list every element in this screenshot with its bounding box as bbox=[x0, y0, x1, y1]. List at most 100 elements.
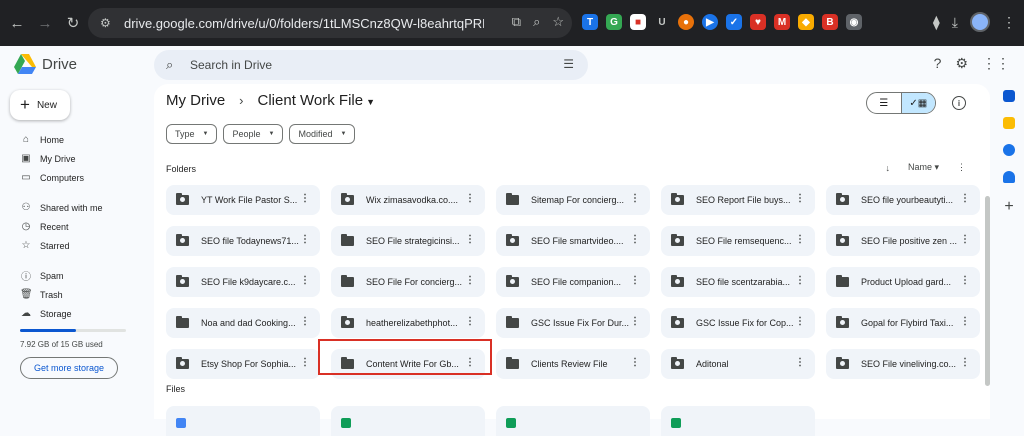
more-actions-icon[interactable]: ⋮ bbox=[795, 275, 805, 286]
file-card[interactable] bbox=[166, 406, 320, 436]
grid-view-icon[interactable]: ✓▦ bbox=[900, 93, 935, 113]
folder-card[interactable]: Aditonal ⋮ bbox=[661, 349, 815, 379]
zoom-icon[interactable]: ⌕ bbox=[533, 14, 540, 30]
file-card[interactable] bbox=[496, 406, 650, 436]
extension-icon[interactable]: G bbox=[606, 14, 622, 30]
filter-modified-chip[interactable]: Modified ▼ bbox=[289, 124, 356, 144]
folder-card[interactable]: SEO File smartvideo.... ⋮ bbox=[496, 226, 650, 256]
sort-by-name-button[interactable]: Name ▾ bbox=[908, 162, 939, 173]
help-icon[interactable]: ? bbox=[934, 55, 942, 72]
extension-icon[interactable]: ◉ bbox=[846, 14, 862, 30]
keep-icon[interactable] bbox=[1003, 117, 1015, 129]
drive-logo[interactable]: Drive bbox=[14, 54, 77, 74]
extension-icon[interactable]: B bbox=[822, 14, 838, 30]
folder-card[interactable]: SEO file Todaynews71... ⋮ bbox=[166, 226, 320, 256]
folder-card[interactable]: heatherelizabethphot... ⋮ bbox=[331, 308, 485, 338]
sidebar-item-trash[interactable]: 🗑 Trash bbox=[0, 285, 140, 304]
more-actions-icon[interactable]: ⋮ bbox=[960, 193, 970, 204]
sidebar-item-spam[interactable]: ⓘ Spam bbox=[0, 266, 140, 285]
folder-card[interactable]: Product Upload gard... ⋮ bbox=[826, 267, 980, 297]
folder-card[interactable]: SEO File remsequenc... ⋮ bbox=[661, 226, 815, 256]
folder-card[interactable]: Etsy Shop For Sophia... ⋮ bbox=[166, 349, 320, 379]
extension-icon[interactable]: ◆ bbox=[798, 14, 814, 30]
get-more-storage-button[interactable]: Get more storage bbox=[20, 357, 118, 379]
scrollbar[interactable] bbox=[985, 196, 990, 386]
breadcrumb-my-drive[interactable]: My Drive bbox=[166, 92, 225, 109]
more-actions-icon[interactable]: ⋮ bbox=[300, 275, 310, 286]
sidebar-item-recent[interactable]: ◷ Recent bbox=[0, 217, 140, 236]
sidebar-item-my-drive[interactable]: ▣ My Drive bbox=[0, 149, 140, 168]
extension-icon[interactable]: ▶ bbox=[702, 14, 718, 30]
settings-gear-icon[interactable]: ⚙ bbox=[955, 55, 968, 72]
filter-people-chip[interactable]: People ▼ bbox=[223, 124, 284, 144]
filter-type-chip[interactable]: Type ▼ bbox=[166, 124, 218, 144]
sidebar-item-computers[interactable]: ▭ Computers bbox=[0, 168, 140, 187]
more-actions-icon[interactable]: ⋮ bbox=[960, 316, 970, 327]
more-actions-icon[interactable]: ⋮ bbox=[795, 193, 805, 204]
more-actions-icon[interactable]: ⋮ bbox=[630, 275, 640, 286]
more-actions-icon[interactable]: ⋮ bbox=[960, 275, 970, 286]
more-actions-icon[interactable]: ⋮ bbox=[465, 193, 475, 204]
folder-card[interactable]: SEO file yourbeautyti... ⋮ bbox=[826, 185, 980, 215]
search-input[interactable]: Search in Drive bbox=[190, 58, 272, 72]
folder-card[interactable]: SEO File k9daycare.c... ⋮ bbox=[166, 267, 320, 297]
folder-card[interactable]: Gopal for Flybird Taxi... ⋮ bbox=[826, 308, 980, 338]
site-settings-icon[interactable]: ⚙ bbox=[100, 16, 114, 30]
sidebar-item-home[interactable]: ⌂ Home bbox=[0, 130, 140, 149]
info-icon[interactable]: i bbox=[952, 96, 966, 110]
folder-card[interactable]: SEO Report File buys... ⋮ bbox=[661, 185, 815, 215]
more-actions-icon[interactable]: ⋮ bbox=[465, 316, 475, 327]
more-actions-icon[interactable]: ⋮ bbox=[795, 234, 805, 245]
more-actions-icon[interactable]: ⋮ bbox=[465, 275, 475, 286]
folder-card[interactable]: SEO File For concierg... ⋮ bbox=[331, 267, 485, 297]
chrome-menu-icon[interactable]: ⋮ bbox=[1002, 14, 1016, 31]
extension-icon[interactable]: ■ bbox=[630, 14, 646, 30]
view-toggle[interactable]: ☰ ✓▦ bbox=[866, 92, 936, 114]
more-actions-icon[interactable]: ⋮ bbox=[630, 316, 640, 327]
more-actions-icon[interactable]: ⋮ bbox=[795, 316, 805, 327]
new-button[interactable]: + New bbox=[10, 90, 70, 120]
reload-icon[interactable]: ↻ bbox=[62, 12, 84, 34]
file-card[interactable] bbox=[331, 406, 485, 436]
more-actions-icon[interactable]: ⋮ bbox=[465, 234, 475, 245]
more-actions-icon[interactable]: ⋮ bbox=[300, 193, 310, 204]
bookmark-star-icon[interactable]: ☆ bbox=[552, 14, 564, 30]
extension-icon[interactable]: U bbox=[654, 14, 670, 30]
search-icon[interactable]: ⌕ bbox=[166, 57, 182, 73]
search-bar[interactable]: ⌕ Search in Drive ☰ bbox=[154, 50, 588, 80]
folder-card[interactable]: Clients Review File ⋮ bbox=[496, 349, 650, 379]
address-bar[interactable]: ⚙ drive.google.com/drive/u/0/folders/1tL… bbox=[88, 8, 572, 38]
more-actions-icon[interactable]: ⋮ bbox=[795, 357, 805, 368]
folder-card[interactable]: YT Work File Pastor S... ⋮ bbox=[166, 185, 320, 215]
more-options-icon[interactable]: ⋮ bbox=[957, 162, 966, 173]
forward-icon[interactable]: → bbox=[34, 12, 56, 34]
folder-card[interactable]: Sitemap For concierg... ⋮ bbox=[496, 185, 650, 215]
url-text[interactable]: drive.google.com/drive/u/0/folders/1tLMS… bbox=[124, 16, 484, 31]
profile-avatar[interactable] bbox=[970, 12, 990, 32]
extension-icon[interactable]: ● bbox=[678, 14, 694, 30]
sidebar-item-shared[interactable]: ⚇ Shared with me bbox=[0, 198, 140, 217]
folder-card[interactable]: Wix zimasavodka.co.... ⋮ bbox=[331, 185, 485, 215]
extensions-puzzle-icon[interactable]: ⧫ bbox=[933, 14, 940, 31]
sort-direction-arrow-icon[interactable]: ↓ bbox=[885, 163, 890, 173]
back-icon[interactable]: ← bbox=[6, 12, 28, 34]
folder-card[interactable]: SEO File companion... ⋮ bbox=[496, 267, 650, 297]
sidebar-item-storage[interactable]: ☁ Storage bbox=[0, 304, 140, 323]
calendar-icon[interactable] bbox=[1003, 90, 1015, 102]
more-actions-icon[interactable]: ⋮ bbox=[960, 234, 970, 245]
tasks-icon[interactable] bbox=[1003, 144, 1015, 156]
folder-card[interactable]: SEO File positive zen ... ⋮ bbox=[826, 226, 980, 256]
add-addon-icon[interactable]: + bbox=[1004, 198, 1013, 216]
folder-card[interactable]: SEO File strategicinsi... ⋮ bbox=[331, 226, 485, 256]
folder-card[interactable]: GSC Issue Fix For Dur... ⋮ bbox=[496, 308, 650, 338]
install-app-icon[interactable]: ⧉ bbox=[512, 14, 521, 30]
contacts-icon[interactable] bbox=[1003, 171, 1015, 183]
more-actions-icon[interactable]: ⋮ bbox=[630, 193, 640, 204]
breadcrumb-current-folder[interactable]: Client Work File ▼ bbox=[258, 92, 376, 109]
more-actions-icon[interactable]: ⋮ bbox=[630, 234, 640, 245]
extension-icon[interactable]: ♥ bbox=[750, 14, 766, 30]
more-actions-icon[interactable]: ⋮ bbox=[960, 357, 970, 368]
file-card[interactable] bbox=[661, 406, 815, 436]
extension-icon[interactable]: M bbox=[774, 14, 790, 30]
folder-card[interactable]: Noa and dad Cooking... ⋮ bbox=[166, 308, 320, 338]
